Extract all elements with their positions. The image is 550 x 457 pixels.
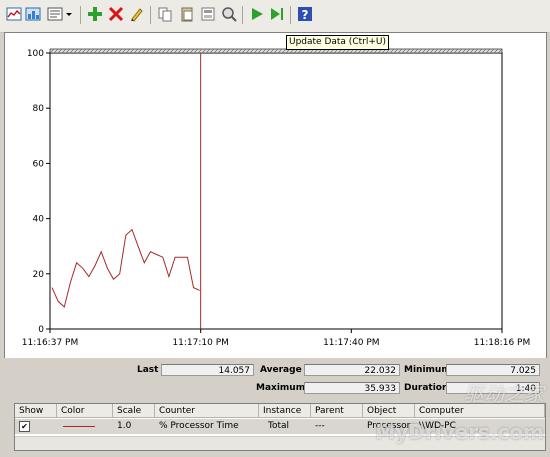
highlight-button[interactable] [128, 6, 146, 24]
play-button[interactable] [248, 6, 266, 24]
average-label: Average [260, 365, 302, 375]
x-tick-label: 11:17:10 PM [172, 338, 228, 348]
update-data-button[interactable] [268, 6, 286, 24]
toolbar-separator [80, 6, 81, 24]
add-counter-icon [87, 6, 103, 25]
dropdown-arrow-icon [64, 6, 74, 25]
last-label: Last [137, 365, 159, 375]
column-header-show[interactable]: Show [15, 404, 57, 418]
column-header-scale[interactable]: Scale [113, 404, 155, 418]
color-swatch [63, 426, 95, 427]
copy-properties-icon [157, 6, 173, 25]
view-graph-icon [6, 6, 22, 25]
column-header-object[interactable]: Object [363, 404, 415, 418]
view-report-icon [47, 6, 63, 25]
instance-cell: Total [268, 421, 290, 431]
x-tick-label: 11:17:40 PM [323, 338, 379, 348]
chart-area: 0 20 40 60 80 100 11:16:37 PM 11:17:10 PM 11:17:… [4, 32, 547, 359]
view-report-button[interactable] [46, 6, 64, 24]
column-header-counter[interactable]: Counter [155, 404, 259, 418]
average-value: 22.032 [304, 364, 400, 376]
play-icon [249, 6, 265, 25]
plot-frame [49, 52, 503, 330]
y-tick-label: 80 [33, 104, 45, 114]
x-tick-label: 11:16:37 PM [22, 338, 78, 348]
parent-cell: --- [315, 421, 325, 431]
y-tick-label: 0 [38, 325, 44, 335]
toolbar-separator [290, 6, 291, 24]
y-tick-label: 20 [33, 270, 45, 280]
delete-counter-icon [108, 6, 124, 25]
performance-graph: 0 20 40 60 80 100 11:16:37 PM 11:17:10 PM 11:17:… [22, 48, 530, 348]
counter-cell: % Processor Time [159, 421, 239, 431]
watermark-logo-text: MyDrivers.com [375, 420, 544, 444]
update-data-tooltip: Update Data (Ctrl+U) [286, 35, 389, 50]
minimum-value: 7.025 [446, 364, 540, 376]
update-data-icon [269, 6, 285, 25]
view-dropdown-button[interactable] [64, 6, 74, 24]
paste-counter-list-icon [179, 6, 195, 25]
y-tick-label: 100 [27, 49, 44, 59]
copy-properties-button[interactable] [156, 6, 174, 24]
maximum-value: 35.933 [304, 382, 400, 394]
show-checkbox[interactable]: ✔ [19, 421, 30, 432]
watermark-logo-chinese: 驱动之家 [464, 382, 544, 406]
view-histogram-button[interactable] [24, 6, 42, 24]
properties-button[interactable] [199, 6, 217, 24]
column-header-color[interactable]: Color [57, 404, 113, 418]
highlight-icon [129, 6, 145, 25]
y-tick-label: 60 [33, 159, 45, 169]
svg-text:?: ? [302, 8, 309, 22]
toolbar-separator [242, 6, 243, 24]
last-value: 14.057 [161, 364, 254, 376]
column-header-instance[interactable]: Instance [259, 404, 311, 418]
x-tick-label: 11:18:16 PM [474, 338, 530, 348]
freeze-display-icon [221, 6, 237, 25]
view-graph-button[interactable] [5, 6, 23, 24]
view-histogram-icon [25, 6, 41, 25]
help-button[interactable]: ? [296, 6, 314, 24]
minimum-label: Minimum [404, 365, 451, 375]
scale-cell: 1.0 [117, 421, 132, 431]
y-tick-label: 40 [33, 215, 45, 225]
toolbar: ? [0, 0, 550, 33]
delete-counter-button[interactable] [107, 6, 125, 24]
duration-label: Duration [404, 383, 449, 393]
maximum-label: Maximum [256, 383, 306, 393]
freeze-display-button[interactable] [220, 6, 238, 24]
column-header-parent[interactable]: Parent [311, 404, 363, 418]
properties-icon [200, 6, 216, 25]
toolbar-separator [150, 6, 151, 24]
add-counter-button[interactable] [86, 6, 104, 24]
help-icon: ? [297, 6, 313, 25]
paste-counter-list-button[interactable] [178, 6, 196, 24]
